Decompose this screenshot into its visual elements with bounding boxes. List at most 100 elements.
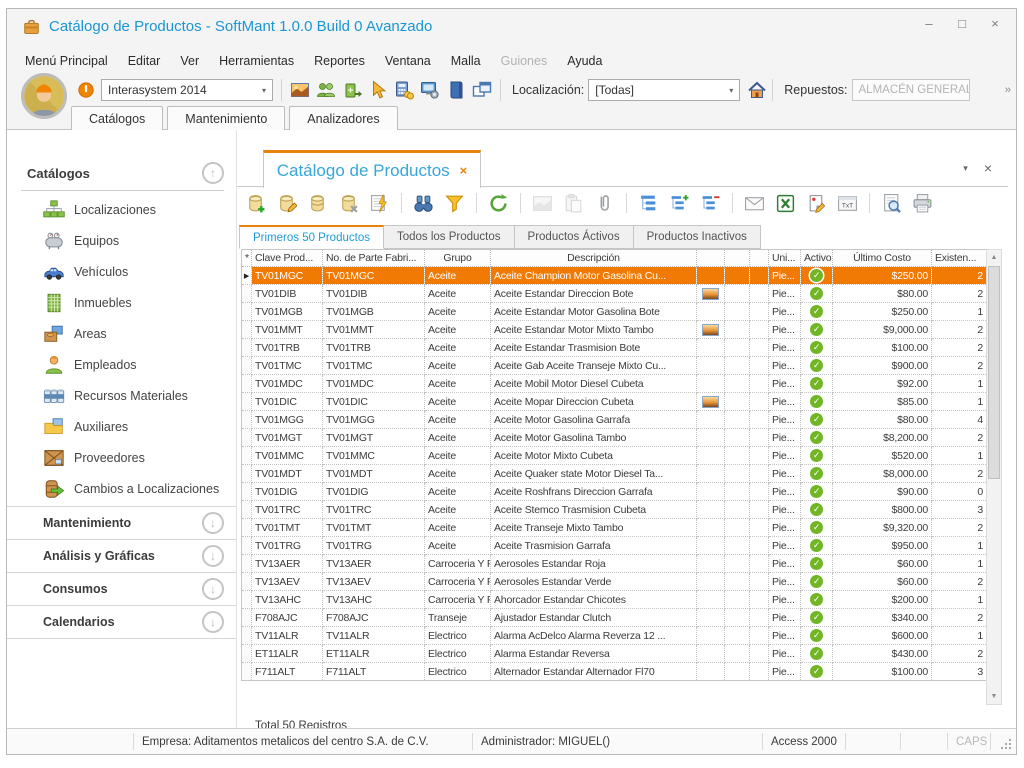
localizacion-combo[interactable]: [Todas] ▾ [588, 79, 740, 101]
sidebar-item-vehiculos[interactable]: Vehículos [7, 256, 236, 287]
column-header-ind[interactable]: * [242, 250, 252, 267]
text-export-icon[interactable] [835, 191, 860, 216]
sidebar-header[interactable]: Catálogos ↑ [27, 160, 224, 186]
scroll-down-icon[interactable]: ▼ [987, 689, 1001, 704]
table-row[interactable]: TV11ALRTV11ALRElectricoAlarma AcDelco Al… [242, 627, 987, 645]
minimize-button[interactable]: – [922, 16, 936, 31]
table-row[interactable]: ▶TV01MGCTV01MGCAceiteAceite Champion Mot… [242, 267, 987, 285]
sidebar-item-cambios-a-localizaciones[interactable]: Cambios a Localizaciones [7, 473, 236, 504]
sidebar-item-proveedores[interactable]: Proveedores [7, 442, 236, 473]
column-header-e2[interactable] [750, 250, 769, 267]
table-row[interactable]: TV01MGTTV01MGTAceiteAceite Motor Gasolin… [242, 429, 987, 447]
column-header-uni[interactable]: Uni... [769, 250, 801, 267]
table-row[interactable]: F708AJCF708AJCTransejeAjustador Estandar… [242, 609, 987, 627]
subtab-productos-activos[interactable]: Productos Áctivos [515, 225, 634, 249]
calculator-icon[interactable] [391, 78, 417, 102]
menu-item-malla[interactable]: Malla [451, 54, 481, 68]
table-row[interactable]: TV01TRBTV01TRBAceiteAceite Estandar Tras… [242, 339, 987, 357]
maximize-button[interactable]: □ [955, 16, 969, 31]
inventory-icon[interactable] [339, 78, 365, 102]
data-records-icon[interactable] [305, 191, 330, 216]
menu-item-guiones[interactable]: Guiones [501, 54, 548, 68]
menu-item-menu-principal[interactable]: Menú Principal [25, 54, 108, 68]
windows-icon[interactable] [469, 78, 495, 102]
table-row[interactable]: TV13AERTV13AERCarroceria Y P...Aerosoles… [242, 555, 987, 573]
table-row[interactable]: TV01MMTTV01MMTAceiteAceite Estandar Moto… [242, 321, 987, 339]
scrollbar-thumb[interactable] [988, 266, 1000, 479]
alert-power-icon[interactable] [77, 81, 95, 99]
table-row[interactable]: TV01MDCTV01MDCAceiteAceite Mobil Motor D… [242, 375, 987, 393]
column-header-img[interactable] [697, 250, 725, 267]
table-row[interactable]: TV13AEVTV13AEVCarroceria Y P...Aerosoles… [242, 573, 987, 591]
table-row[interactable]: ET11ALRET11ALRElectricoAlarma Estandar R… [242, 645, 987, 663]
scroll-up-icon[interactable]: ▲ [987, 250, 1001, 265]
column-header-exist[interactable]: Existen... [932, 250, 987, 267]
edit-note-icon[interactable] [804, 191, 829, 216]
delete-record-icon[interactable] [336, 191, 361, 216]
tab-close-icon[interactable]: × [460, 163, 468, 178]
sidebar-section-consumos[interactable]: Consumos↓ [7, 573, 236, 606]
collapse-tree-icon[interactable] [698, 191, 723, 216]
tree-icon[interactable] [636, 191, 661, 216]
resize-grip[interactable] [991, 729, 1016, 754]
avatar[interactable] [21, 73, 67, 119]
subtab-todos-los-productos[interactable]: Todos los Productos [384, 225, 515, 249]
collapse-up-icon[interactable]: ↑ [202, 162, 224, 184]
expand-tree-icon[interactable] [667, 191, 692, 216]
column-header-costo[interactable]: Último Costo [833, 250, 932, 267]
sidebar-item-localizaciones[interactable]: Localizaciones [7, 194, 236, 225]
search-binoculars-icon[interactable] [411, 191, 436, 216]
sidebar-section-mantenimiento[interactable]: Mantenimiento↓ [7, 507, 236, 540]
subtab-productos-inactivos[interactable]: Productos Inactivos [634, 225, 761, 249]
filter-icon[interactable] [442, 191, 467, 216]
table-row[interactable]: TV01DICTV01DICAceiteAceite Mopar Direcci… [242, 393, 987, 411]
vertical-scrollbar[interactable]: ▲ ▼ [986, 249, 1002, 705]
excel-icon[interactable] [773, 191, 798, 216]
toolbar-overflow-icon[interactable]: ›› [1005, 84, 1010, 96]
table-row[interactable]: TV01TRCTV01TRCAceiteAceite Stemco Trasmi… [242, 501, 987, 519]
tab-mantenimiento[interactable]: Mantenimiento [167, 106, 285, 130]
add-record-icon[interactable] [243, 191, 268, 216]
table-row[interactable]: TV01TMTTV01TMTAceiteAceite Transeje Mixt… [242, 519, 987, 537]
picture-icon[interactable] [287, 78, 313, 102]
table-row[interactable]: F711ALTF711ALTElectricoAlternador Estand… [242, 663, 987, 681]
print-preview-icon[interactable] [879, 191, 904, 216]
refresh-icon[interactable] [486, 191, 511, 216]
subtab-primeros-50-productos[interactable]: Primeros 50 Productos [239, 225, 384, 249]
print-icon[interactable] [910, 191, 935, 216]
tab-analizadores[interactable]: Analizadores [289, 106, 397, 130]
tab-catalogos[interactable]: Catálogos [71, 106, 163, 130]
home-icon[interactable] [747, 80, 767, 100]
table-row[interactable]: TV13AHCTV13AHCCarroceria Y P...Ahorcador… [242, 591, 987, 609]
sidebar-section-calendarios[interactable]: Calendarios↓ [7, 606, 236, 639]
column-header-e1[interactable] [725, 250, 750, 267]
tab-catalogo-de-productos[interactable]: Catálogo de Productos × [263, 150, 481, 188]
pointer-icon[interactable] [365, 78, 391, 102]
sidebar-section-analisis-y-graficas[interactable]: Análisis y Gráficas↓ [7, 540, 236, 573]
table-row[interactable]: TV01MGBTV01MGBAceiteAceite Estandar Moto… [242, 303, 987, 321]
monitor-settings-icon[interactable] [417, 78, 443, 102]
column-header-desc[interactable]: Descripción [491, 250, 697, 267]
table-row[interactable]: TV01MMCTV01MMCAceiteAceite Motor Mixto C… [242, 447, 987, 465]
email-icon[interactable] [742, 191, 767, 216]
sidebar-item-auxiliares[interactable]: Auxiliares [7, 411, 236, 442]
menu-item-ventana[interactable]: Ventana [385, 54, 431, 68]
menu-item-editar[interactable]: Editar [128, 54, 161, 68]
table-row[interactable]: TV01DIGTV01DIGAceiteAceite Roshfrans Dir… [242, 483, 987, 501]
attachment-icon[interactable] [592, 191, 617, 216]
tab-list-dropdown-icon[interactable]: ▾ [963, 163, 968, 174]
edit-record-icon[interactable] [274, 191, 299, 216]
table-row[interactable]: TV01MDTTV01MDTAceiteAceite Quaker state … [242, 465, 987, 483]
profile-combo[interactable]: Interasystem 2014 ▾ [101, 79, 273, 101]
sidebar-item-recursos-materiales[interactable]: Recursos Materiales [7, 380, 236, 411]
close-button[interactable]: × [988, 16, 1002, 31]
column-header-parte[interactable]: No. de Parte Fabri... [323, 250, 425, 267]
document-close-icon[interactable]: × [984, 160, 992, 176]
book-icon[interactable] [443, 78, 469, 102]
repuestos-field[interactable]: ALMACÉN GENERAL [852, 79, 970, 101]
column-header-activo[interactable]: Activo [801, 250, 833, 267]
table-row[interactable]: TV01DIBTV01DIBAceiteAceite Estandar Dire… [242, 285, 987, 303]
sidebar-item-equipos[interactable]: Equipos [7, 225, 236, 256]
menu-item-ver[interactable]: Ver [180, 54, 199, 68]
column-header-grupo[interactable]: Grupo [425, 250, 491, 267]
